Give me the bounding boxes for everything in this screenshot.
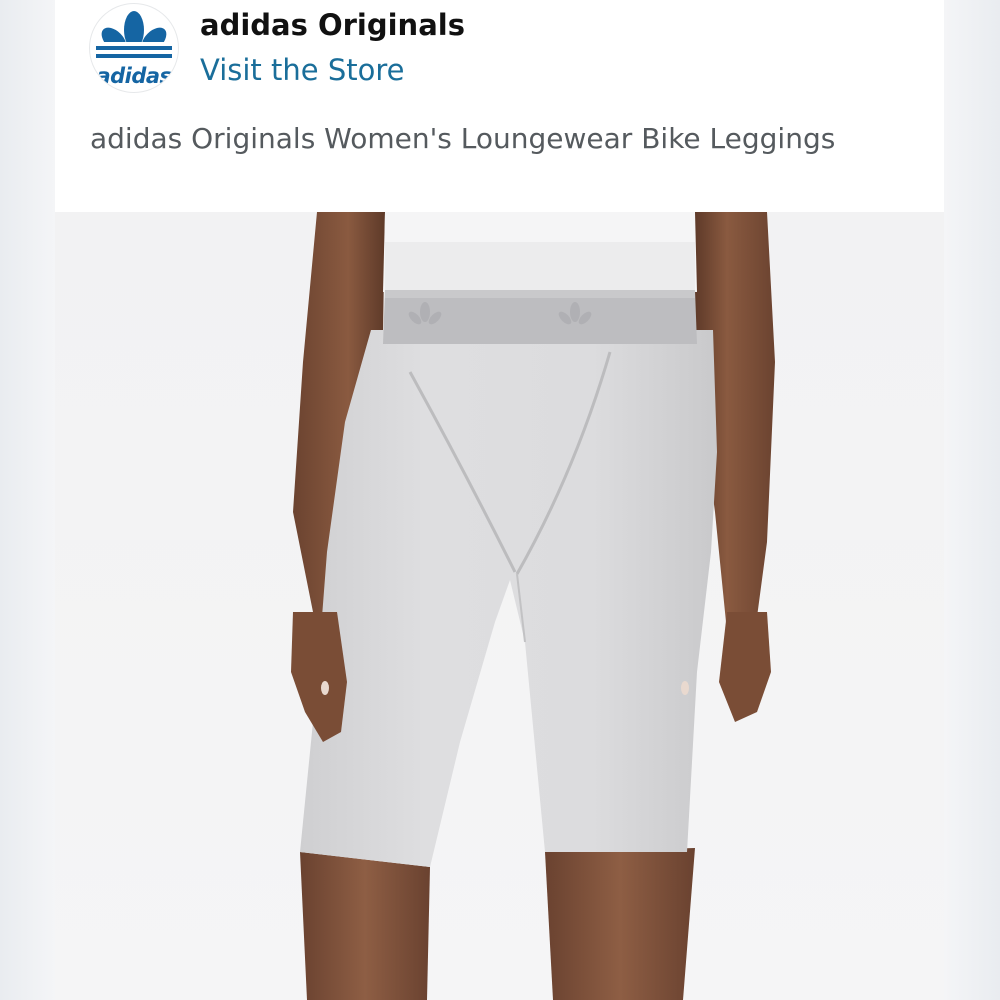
product-title: adidas Originals Women's Loungewear Bike… [90,122,836,155]
product-image[interactable] [55,212,944,1000]
logo-wordmark: adidas [96,64,172,88]
page: adidas adidas Originals Visit the Store … [0,0,1000,1000]
product-card: adidas adidas Originals Visit the Store … [55,0,944,1000]
brand-name[interactable]: adidas Originals [200,8,465,42]
visit-store-link[interactable]: Visit the Store [200,53,404,87]
product-photo-illustration [55,212,944,1000]
brand-header: adidas adidas Originals Visit the Store … [55,0,944,212]
brand-logo[interactable]: adidas [90,4,178,92]
